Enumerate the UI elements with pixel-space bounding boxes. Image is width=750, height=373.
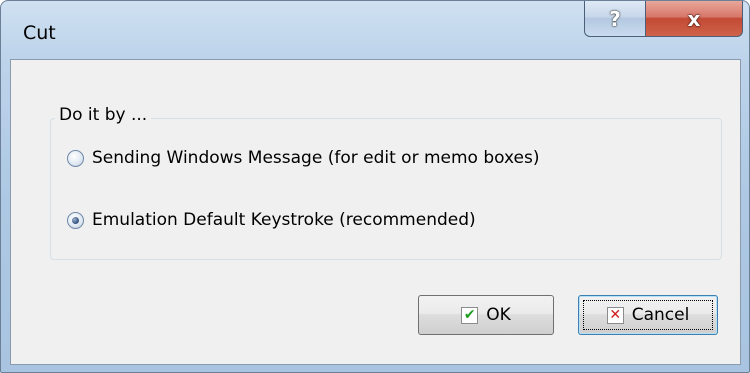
radio-emulation-default-keystroke[interactable]: Emulation Default Keystroke (recommended… <box>67 210 476 230</box>
help-icon: ? <box>609 6 621 31</box>
method-groupbox <box>50 118 722 260</box>
radio-label: Emulation Default Keystroke (recommended… <box>92 210 476 230</box>
radio-sending-windows-message[interactable]: Sending Windows Message (for edit or mem… <box>67 148 540 168</box>
radio-label: Sending Windows Message (for edit or mem… <box>92 148 540 168</box>
cancel-button[interactable]: ✕ Cancel <box>578 295 718 335</box>
cancel-button-label: Cancel <box>631 305 690 325</box>
dialog-window: Cut ? x Do it by ... Sending Windows Mes… <box>0 0 750 373</box>
window-title: Cut <box>23 22 56 44</box>
radio-button-unselected-icon[interactable] <box>67 149 84 167</box>
help-button[interactable]: ? <box>584 1 646 37</box>
close-icon: x <box>687 6 701 31</box>
title-bar[interactable]: Cut ? x <box>1 1 749 59</box>
ok-button[interactable]: ✔ OK <box>418 295 554 335</box>
checkmark-icon: ✔ <box>461 306 479 324</box>
radio-button-selected-icon[interactable] <box>67 211 84 229</box>
dialog-client-area: Do it by ... Sending Windows Message (fo… <box>10 59 741 365</box>
groupbox-label: Do it by ... <box>55 105 152 125</box>
ok-button-label: OK <box>486 305 511 325</box>
close-button[interactable]: x <box>645 1 743 37</box>
x-mark-icon: ✕ <box>606 306 624 324</box>
